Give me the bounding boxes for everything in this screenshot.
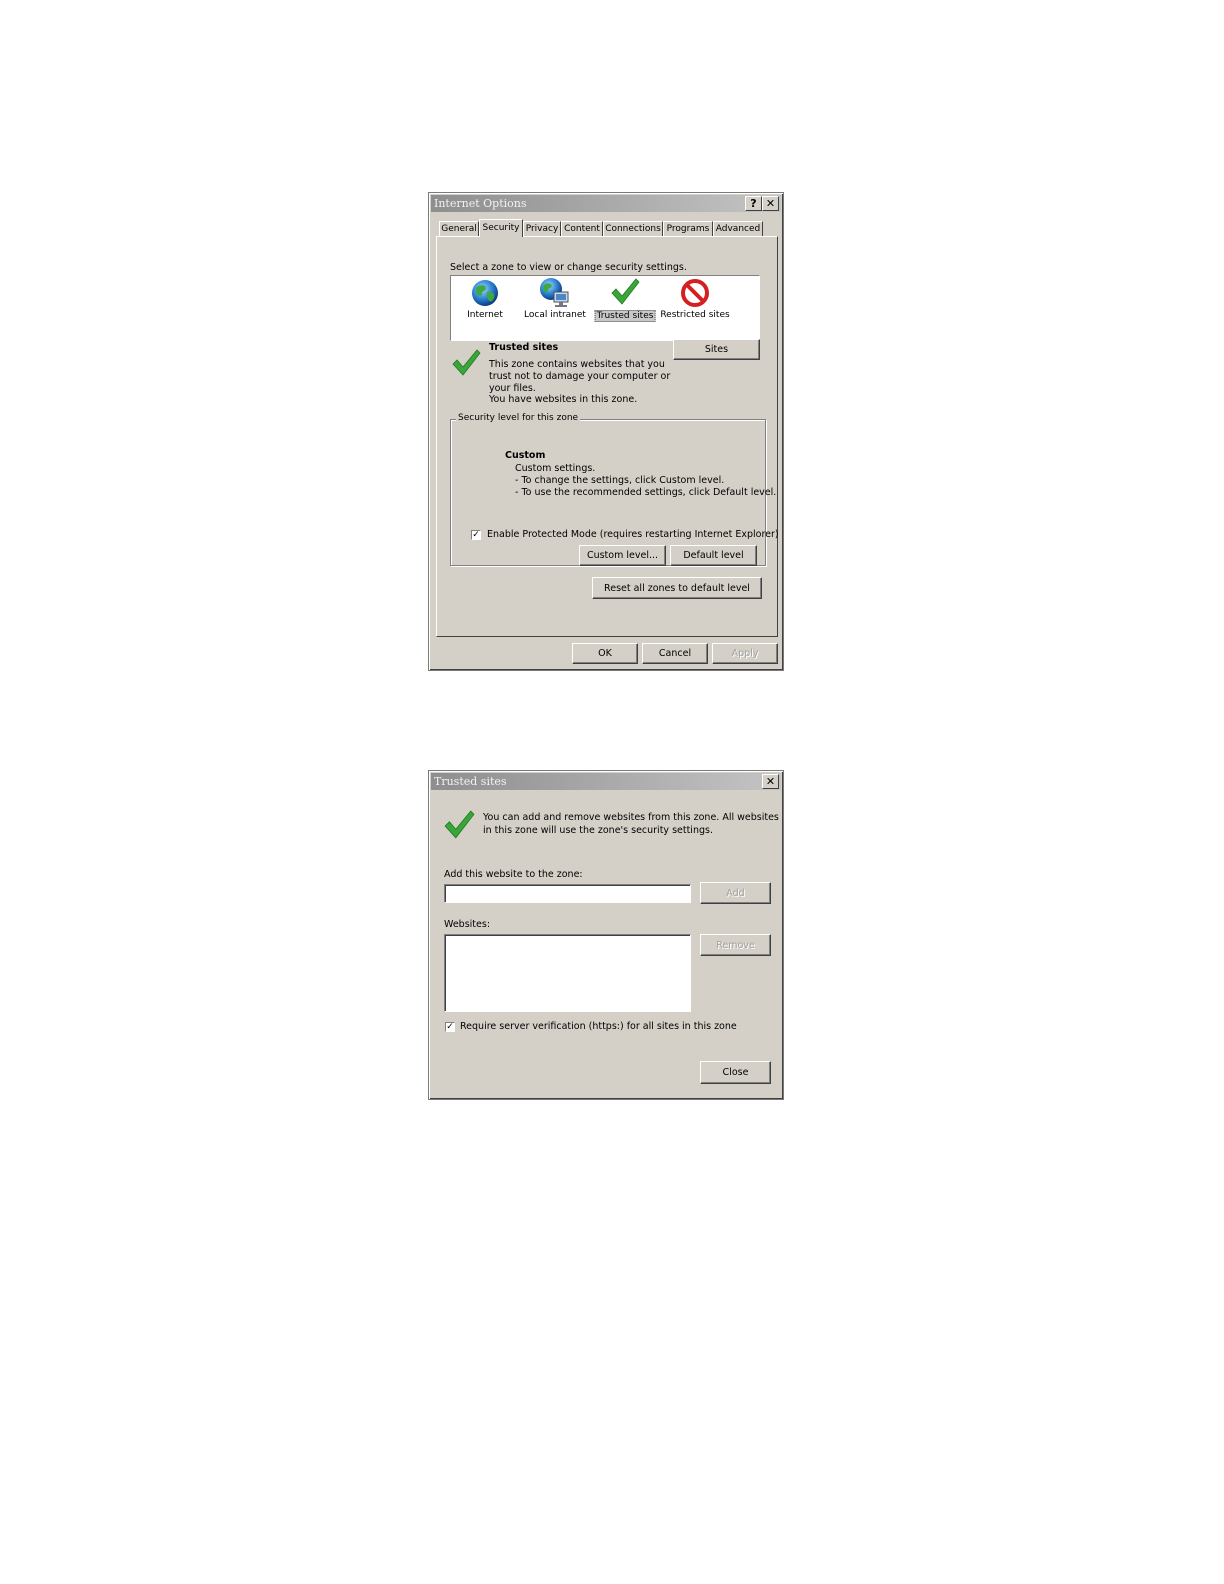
zone-internet[interactable]: Internet xyxy=(465,276,505,326)
trusted-sites-close-button[interactable]: ✕ xyxy=(762,774,779,789)
intranet-icon xyxy=(540,278,569,307)
prohibited-icon xyxy=(681,279,709,307)
zone-restricted-sites[interactable]: Restricted sites xyxy=(660,276,730,326)
security-level-name: Custom xyxy=(505,450,546,461)
security-level-line-1: Custom settings. xyxy=(515,463,596,474)
apply-button[interactable]: Apply xyxy=(712,643,778,664)
tab-privacy[interactable]: Privacy xyxy=(523,221,561,236)
tab-connections[interactable]: Connections xyxy=(603,221,663,236)
internet-options-titlebar[interactable]: Internet Options ? ✕ xyxy=(431,195,781,212)
zone-heading: Trusted sites xyxy=(489,342,559,353)
close-dialog-button[interactable]: Close xyxy=(700,1061,771,1084)
security-tab-panel: Select a zone to view or change security… xyxy=(436,236,779,637)
zone-description-4: You have websites in this zone. xyxy=(489,394,638,405)
reset-all-zones-button[interactable]: Reset all zones to default level xyxy=(592,577,762,599)
trusted-sites-titlebar[interactable]: Trusted sites ✕ xyxy=(431,773,781,790)
websites-list[interactable] xyxy=(444,934,691,1012)
trusted-sites-dialog: Trusted sites ✕ You can add and remove w… xyxy=(428,770,784,1100)
require-https-checkbox[interactable]: ✓ xyxy=(445,1022,455,1032)
add-website-label: Add this website to the zone: xyxy=(444,869,583,880)
sites-button[interactable]: Sites xyxy=(673,339,760,360)
protected-mode-check-glyph: ✓ xyxy=(472,530,480,540)
security-level-group: Security level for this zone Custom Cust… xyxy=(450,413,779,566)
security-level-line-2: - To change the settings, click Custom l… xyxy=(515,475,725,486)
internet-options-title: Internet Options xyxy=(434,197,527,210)
help-button[interactable]: ? xyxy=(745,196,762,211)
tab-advanced[interactable]: Advanced xyxy=(713,221,763,236)
close-button[interactable]: ✕ xyxy=(762,196,779,211)
zone-description-1: This zone contains websites that you xyxy=(489,359,665,370)
trusted-sites-title: Trusted sites xyxy=(434,775,507,788)
zone-prompt: Select a zone to view or change security… xyxy=(450,262,687,273)
zone-list: Internet Local intranet Trusted sites Re… xyxy=(450,275,760,341)
require-https-check-glyph: ✓ xyxy=(446,1022,454,1032)
zone-description-2: trust not to damage your computer or xyxy=(489,371,671,382)
trusted-sites-checkmark-icon xyxy=(444,810,475,839)
security-level-group-title: Security level for this zone xyxy=(456,413,581,423)
zone-internet-label: Internet xyxy=(467,310,503,320)
require-https-label[interactable]: Require server verification (https:) for… xyxy=(460,1021,737,1032)
websites-label: Websites: xyxy=(444,919,491,930)
security-level-line-3: - To use the recommended settings, click… xyxy=(515,487,777,498)
tab-programs[interactable]: Programs xyxy=(663,221,713,236)
cancel-button[interactable]: Cancel xyxy=(642,643,708,664)
protected-mode-checkbox[interactable]: ✓ xyxy=(471,530,481,540)
globe-icon xyxy=(472,280,498,306)
protected-mode-label[interactable]: Enable Protected Mode (requires restarti… xyxy=(487,529,779,540)
ok-button[interactable]: OK xyxy=(572,643,638,664)
internet-options-dialog: Internet Options ? ✕ General Security Pr… xyxy=(428,192,784,671)
trusted-sites-info-2: in this zone will use the zone's securit… xyxy=(483,825,713,836)
add-website-input[interactable] xyxy=(444,884,691,903)
zone-local-intranet[interactable]: Local intranet xyxy=(524,276,586,326)
trusted-checkmark-icon xyxy=(452,349,481,376)
tab-content[interactable]: Content xyxy=(561,221,603,236)
remove-button[interactable]: Remove xyxy=(700,934,771,956)
tab-security[interactable]: Security xyxy=(479,219,523,237)
custom-level-button[interactable]: Custom level... xyxy=(579,545,666,566)
zone-description-3: your files. xyxy=(489,383,536,394)
zone-restricted-sites-label: Restricted sites xyxy=(660,310,730,320)
checkmark-icon xyxy=(611,278,640,305)
default-level-button[interactable]: Default level xyxy=(670,545,757,566)
zone-local-intranet-label: Local intranet xyxy=(524,310,586,320)
trusted-sites-info-1: You can add and remove websites from thi… xyxy=(483,812,779,823)
add-button[interactable]: Add xyxy=(700,882,771,904)
zone-trusted-sites[interactable]: Trusted sites xyxy=(594,276,656,326)
zone-trusted-sites-label: Trusted sites xyxy=(594,310,656,322)
tab-general[interactable]: General xyxy=(439,221,479,236)
